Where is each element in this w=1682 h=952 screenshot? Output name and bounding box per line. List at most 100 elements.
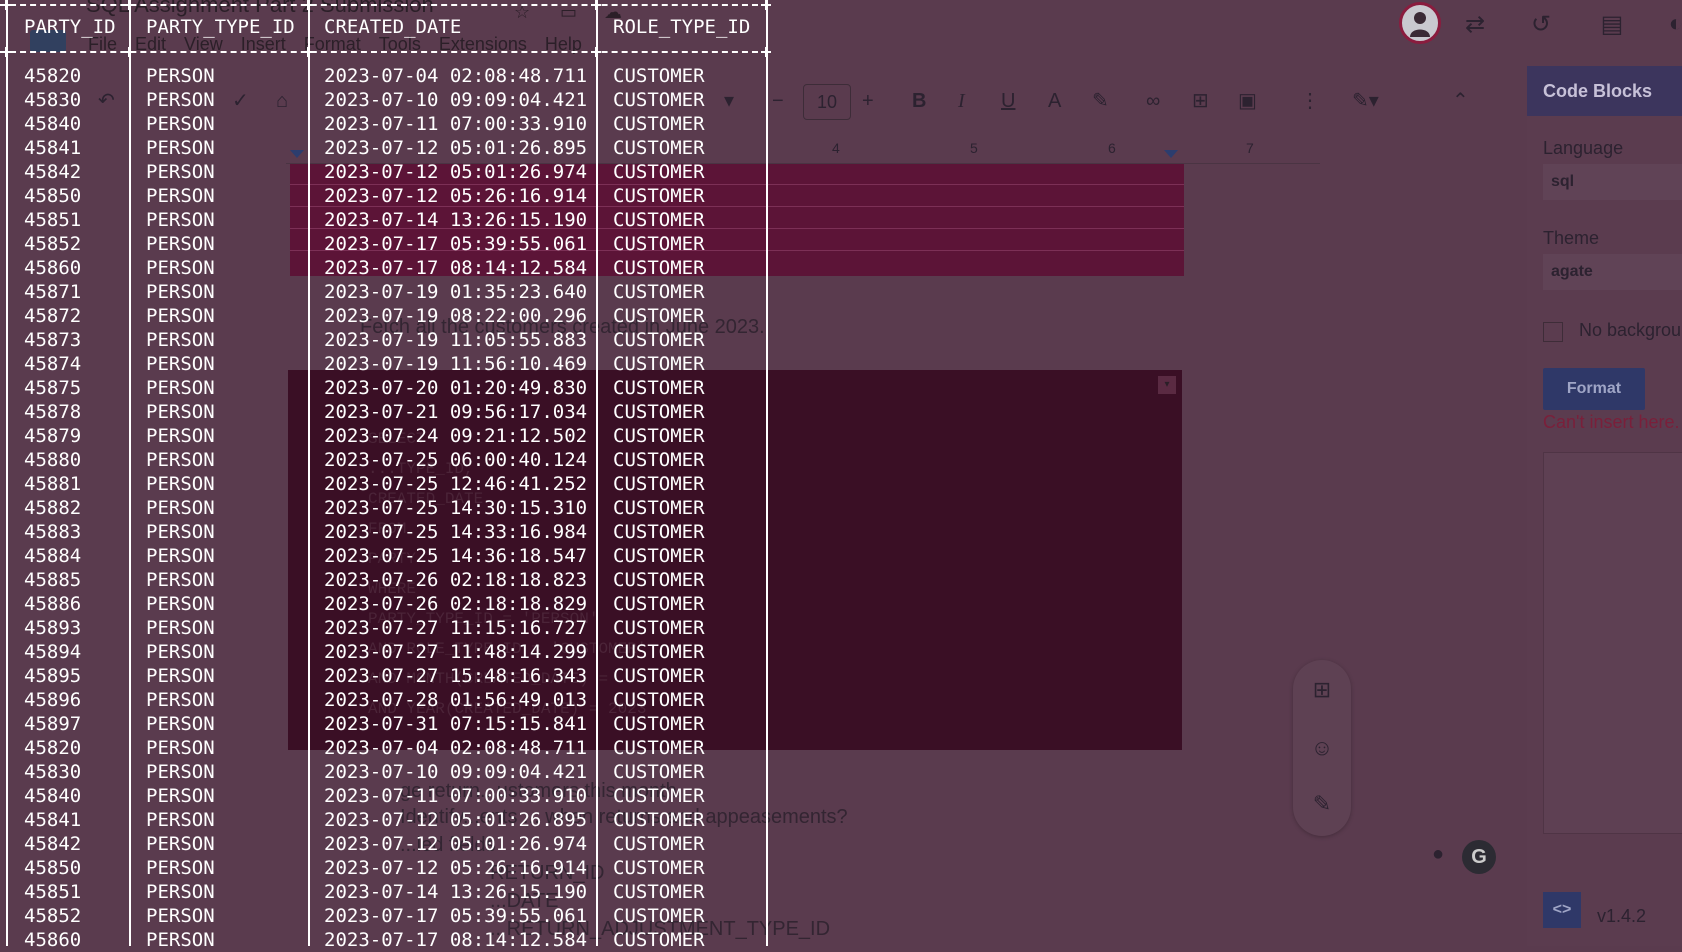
created-date-cell: 2023-07-14 13:26:15.190 [324, 209, 588, 231]
created-date-cell: 2023-07-12 05:26:16.914 [324, 857, 588, 879]
party-id-cell: 45897 [24, 713, 82, 735]
party-id-cell: 45882 [24, 497, 82, 519]
party-type-cell: PERSON [146, 401, 215, 423]
created-date-cell: 2023-07-12 05:01:26.974 [324, 161, 588, 183]
party-id-cell: 45878 [24, 401, 82, 423]
column-header-party-type-id: PARTY_TYPE_ID [146, 16, 295, 38]
party-type-cell: PERSON [146, 161, 215, 183]
created-date-cell: 2023-07-20 01:20:49.830 [324, 377, 588, 399]
party-id-cell: 45881 [24, 473, 82, 495]
created-date-cell: 2023-07-28 01:56:49.013 [324, 689, 588, 711]
created-date-cell: 2023-07-10 09:09:04.421 [324, 761, 588, 783]
party-id-cell: 45885 [24, 569, 82, 591]
party-id-cell: 45893 [24, 617, 82, 639]
role-type-cell: CUSTOMER [613, 905, 705, 927]
party-id-cell: 45894 [24, 641, 82, 663]
created-date-cell: 2023-07-21 09:56:17.034 [324, 401, 588, 423]
role-type-cell: CUSTOMER [613, 809, 705, 831]
role-type-cell: CUSTOMER [613, 89, 705, 111]
party-type-cell: PERSON [146, 665, 215, 687]
party-id-cell: 45852 [24, 233, 82, 255]
column-header-party-id: PARTY_ID [24, 16, 116, 38]
role-type-cell: CUSTOMER [613, 329, 705, 351]
role-type-cell: CUSTOMER [613, 785, 705, 807]
role-type-cell: CUSTOMER [613, 833, 705, 855]
role-type-cell: CUSTOMER [613, 545, 705, 567]
created-date-cell: 2023-07-17 08:14:12.584 [324, 929, 588, 951]
party-type-cell: PERSON [146, 929, 215, 951]
role-type-cell: CUSTOMER [613, 881, 705, 903]
party-id-cell: 45852 [24, 905, 82, 927]
party-id-cell: 45860 [24, 257, 82, 279]
party-type-cell: PERSON [146, 425, 215, 447]
role-type-cell: CUSTOMER [613, 857, 705, 879]
role-type-cell: CUSTOMER [613, 641, 705, 663]
party-type-cell: PERSON [146, 737, 215, 759]
party-type-cell: PERSON [146, 329, 215, 351]
table-border-header [0, 51, 768, 53]
column-header-created-date: CREATED_DATE [324, 16, 462, 38]
role-type-cell: CUSTOMER [613, 233, 705, 255]
column-separator [596, 0, 598, 946]
role-type-cell: CUSTOMER [613, 569, 705, 591]
role-type-cell: CUSTOMER [613, 737, 705, 759]
created-date-cell: 2023-07-26 02:18:18.829 [324, 593, 588, 615]
party-type-cell: PERSON [146, 809, 215, 831]
party-type-cell: PERSON [146, 593, 215, 615]
party-id-cell: 45860 [24, 929, 82, 951]
party-type-cell: PERSON [146, 209, 215, 231]
role-type-cell: CUSTOMER [613, 689, 705, 711]
created-date-cell: 2023-07-11 07:00:33.910 [324, 113, 588, 135]
party-type-cell: PERSON [146, 497, 215, 519]
party-id-cell: 45850 [24, 185, 82, 207]
party-id-cell: 45840 [24, 785, 82, 807]
party-type-cell: PERSON [146, 257, 215, 279]
created-date-cell: 2023-07-27 11:15:16.727 [324, 617, 588, 639]
created-date-cell: 2023-07-27 11:48:14.299 [324, 641, 588, 663]
party-type-cell: PERSON [146, 233, 215, 255]
role-type-cell: CUSTOMER [613, 161, 705, 183]
party-id-cell: 45874 [24, 353, 82, 375]
created-date-cell: 2023-07-25 12:46:41.252 [324, 473, 588, 495]
party-id-cell: 45820 [24, 65, 82, 87]
party-type-cell: PERSON [146, 449, 215, 471]
created-date-cell: 2023-07-19 08:22:00.296 [324, 305, 588, 327]
party-type-cell: PERSON [146, 545, 215, 567]
party-id-cell: 45884 [24, 545, 82, 567]
party-id-cell: 45841 [24, 137, 82, 159]
party-id-cell: 45842 [24, 833, 82, 855]
created-date-cell: 2023-07-31 07:15:15.841 [324, 713, 588, 735]
role-type-cell: CUSTOMER [613, 761, 705, 783]
created-date-cell: 2023-07-19 01:35:23.640 [324, 281, 588, 303]
role-type-cell: CUSTOMER [613, 353, 705, 375]
party-type-cell: PERSON [146, 473, 215, 495]
role-type-cell: CUSTOMER [613, 185, 705, 207]
party-id-cell: 45840 [24, 113, 82, 135]
party-id-cell: 45879 [24, 425, 82, 447]
created-date-cell: 2023-07-27 15:48:16.343 [324, 665, 588, 687]
party-type-cell: PERSON [146, 305, 215, 327]
created-date-cell: 2023-07-12 05:26:16.914 [324, 185, 588, 207]
party-type-cell: PERSON [146, 689, 215, 711]
created-date-cell: 2023-07-17 05:39:55.061 [324, 905, 588, 927]
party-id-cell: 45830 [24, 761, 82, 783]
column-separator [6, 0, 8, 946]
role-type-cell: CUSTOMER [613, 65, 705, 87]
created-date-cell: 2023-07-24 09:21:12.502 [324, 425, 588, 447]
terminal-result-table: PARTY_ID PARTY_TYPE_ID CREATED_DATE ROLE… [0, 0, 1682, 951]
role-type-cell: CUSTOMER [613, 473, 705, 495]
party-type-cell: PERSON [146, 857, 215, 879]
party-type-cell: PERSON [146, 569, 215, 591]
column-separator [766, 0, 768, 946]
party-type-cell: PERSON [146, 89, 215, 111]
column-separator [129, 0, 131, 946]
party-id-cell: 45830 [24, 89, 82, 111]
role-type-cell: CUSTOMER [613, 305, 705, 327]
role-type-cell: CUSTOMER [613, 449, 705, 471]
created-date-cell: 2023-07-19 11:05:55.883 [324, 329, 588, 351]
party-id-cell: 45896 [24, 689, 82, 711]
party-type-cell: PERSON [146, 641, 215, 663]
role-type-cell: CUSTOMER [613, 497, 705, 519]
created-date-cell: 2023-07-19 11:56:10.469 [324, 353, 588, 375]
party-type-cell: PERSON [146, 881, 215, 903]
